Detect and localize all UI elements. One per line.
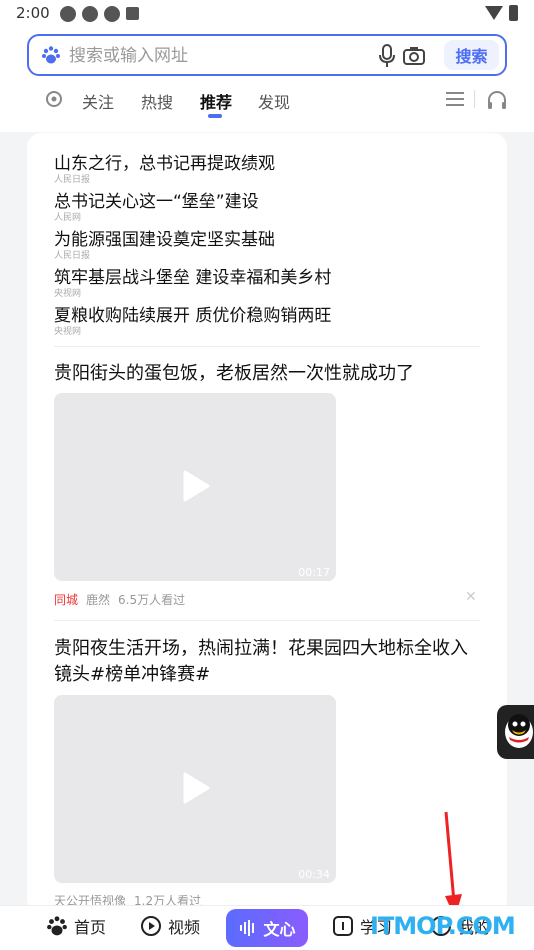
qq-penguin-icon [505,714,533,748]
video-title[interactable]: 贵阳夜生活开场，热闹拉满！花果园四大地标全收入镜头#榜单冲锋赛# [54,636,484,688]
dismiss-icon[interactable]: ✕ [465,589,477,605]
status-bar: 2:00 [0,0,534,28]
status-time: 2:00 [16,4,50,22]
news-item[interactable]: 为能源强国建设奠定坚实基础 人民日报 [54,229,484,267]
feed-card: 山东之行，总书记再提政绩观 人民日报 总书记关心这一“堡垒”建设 人民网 为能源… [27,133,507,913]
news-title[interactable]: 为能源强国建设奠定坚实基础 [54,229,484,251]
video-duration: 00:34 [298,868,330,881]
tab-hot-search[interactable]: 热搜 [141,89,173,113]
video-views: 6.5万人看过 [118,593,186,607]
tab-recommend[interactable]: 推荐 [200,89,232,113]
battery-icon [509,5,518,21]
news-source: 人民日报 [54,251,91,261]
notification-a-icon [126,7,139,20]
wifi-icon [485,6,503,20]
notification-icon [104,6,120,22]
video-thumbnail[interactable]: 00:17 [54,393,336,581]
location-icon[interactable] [44,90,64,110]
search-bar[interactable]: 搜索 [27,34,507,76]
video-play-icon [141,916,161,936]
news-source: 人民网 [54,213,82,223]
news-source: 央视网 [54,289,82,299]
red-arrow-annotation [444,811,462,918]
news-item[interactable]: 筑牢基层战斗堡垒 建设幸福和美乡村 央视网 [54,267,484,305]
headphones-icon[interactable] [486,89,508,111]
news-source: 央视网 [54,327,82,337]
notification-icons [60,6,139,22]
news-title[interactable]: 山东之行，总书记再提政绩观 [54,153,484,175]
notification-icon [82,6,98,22]
baidu-paw-icon [42,46,60,64]
news-item[interactable]: 夏粮收购陆续展开 质优价稳购销两旺 央视网 [54,305,484,343]
active-tab-indicator [208,114,222,118]
menu-icon[interactable] [446,92,464,106]
video-duration: 00:17 [298,566,330,579]
qq-float-button[interactable] [497,705,534,759]
feed-tabs: 关注 热搜 推荐 发现 [0,86,534,126]
notification-icon [60,6,76,22]
wenxin-wave-icon [240,920,255,936]
news-item[interactable]: 总书记关心这一“堡垒”建设 人民网 [54,191,484,229]
news-list: 山东之行，总书记再提政绩观 人民日报 总书记关心这一“堡垒”建设 人民网 为能源… [54,153,484,343]
divider [54,346,480,347]
news-item[interactable]: 山东之行，总书记再提政绩观 人民日报 [54,153,484,191]
learn-icon [333,916,353,936]
camera-icon[interactable] [403,45,425,67]
search-input[interactable] [69,42,369,70]
tab-follow[interactable]: 关注 [82,89,114,113]
nav-wenxin-label: 文心 [263,920,296,939]
video-author[interactable]: 鹿然 [86,593,110,607]
divider [474,90,475,108]
play-icon[interactable] [181,771,211,805]
site-watermark: ITMOP.COM [370,912,516,940]
news-title[interactable]: 夏粮收购陆续展开 质优价稳购销两旺 [54,305,484,327]
news-title[interactable]: 总书记关心这一“堡垒”建设 [54,191,484,213]
header: 搜索 关注 热搜 推荐 发现 [0,28,534,132]
home-paw-icon [47,916,67,936]
divider [54,620,480,621]
local-tag: 同城 [54,593,79,607]
news-source: 人民日报 [54,175,91,185]
tab-discover[interactable]: 发现 [258,89,290,113]
nav-video-label: 视频 [168,918,201,937]
video-thumbnail[interactable]: 00:34 [54,695,336,883]
search-button[interactable]: 搜索 [444,40,499,70]
nav-home-label: 首页 [74,918,107,937]
news-title[interactable]: 筑牢基层战斗堡垒 建设幸福和美乡村 [54,267,484,289]
nav-wenxin[interactable]: 文心 [226,909,308,947]
video-title[interactable]: 贵阳街头的蛋包饭，老板居然一次性就成功了 [54,361,484,387]
video-meta: 同城 鹿然 6.5万人看过 [54,591,185,608]
microphone-icon[interactable] [377,44,397,68]
play-icon[interactable] [181,469,211,503]
nav-home[interactable]: 首页 [46,914,106,938]
nav-video[interactable]: 视频 [140,914,200,938]
